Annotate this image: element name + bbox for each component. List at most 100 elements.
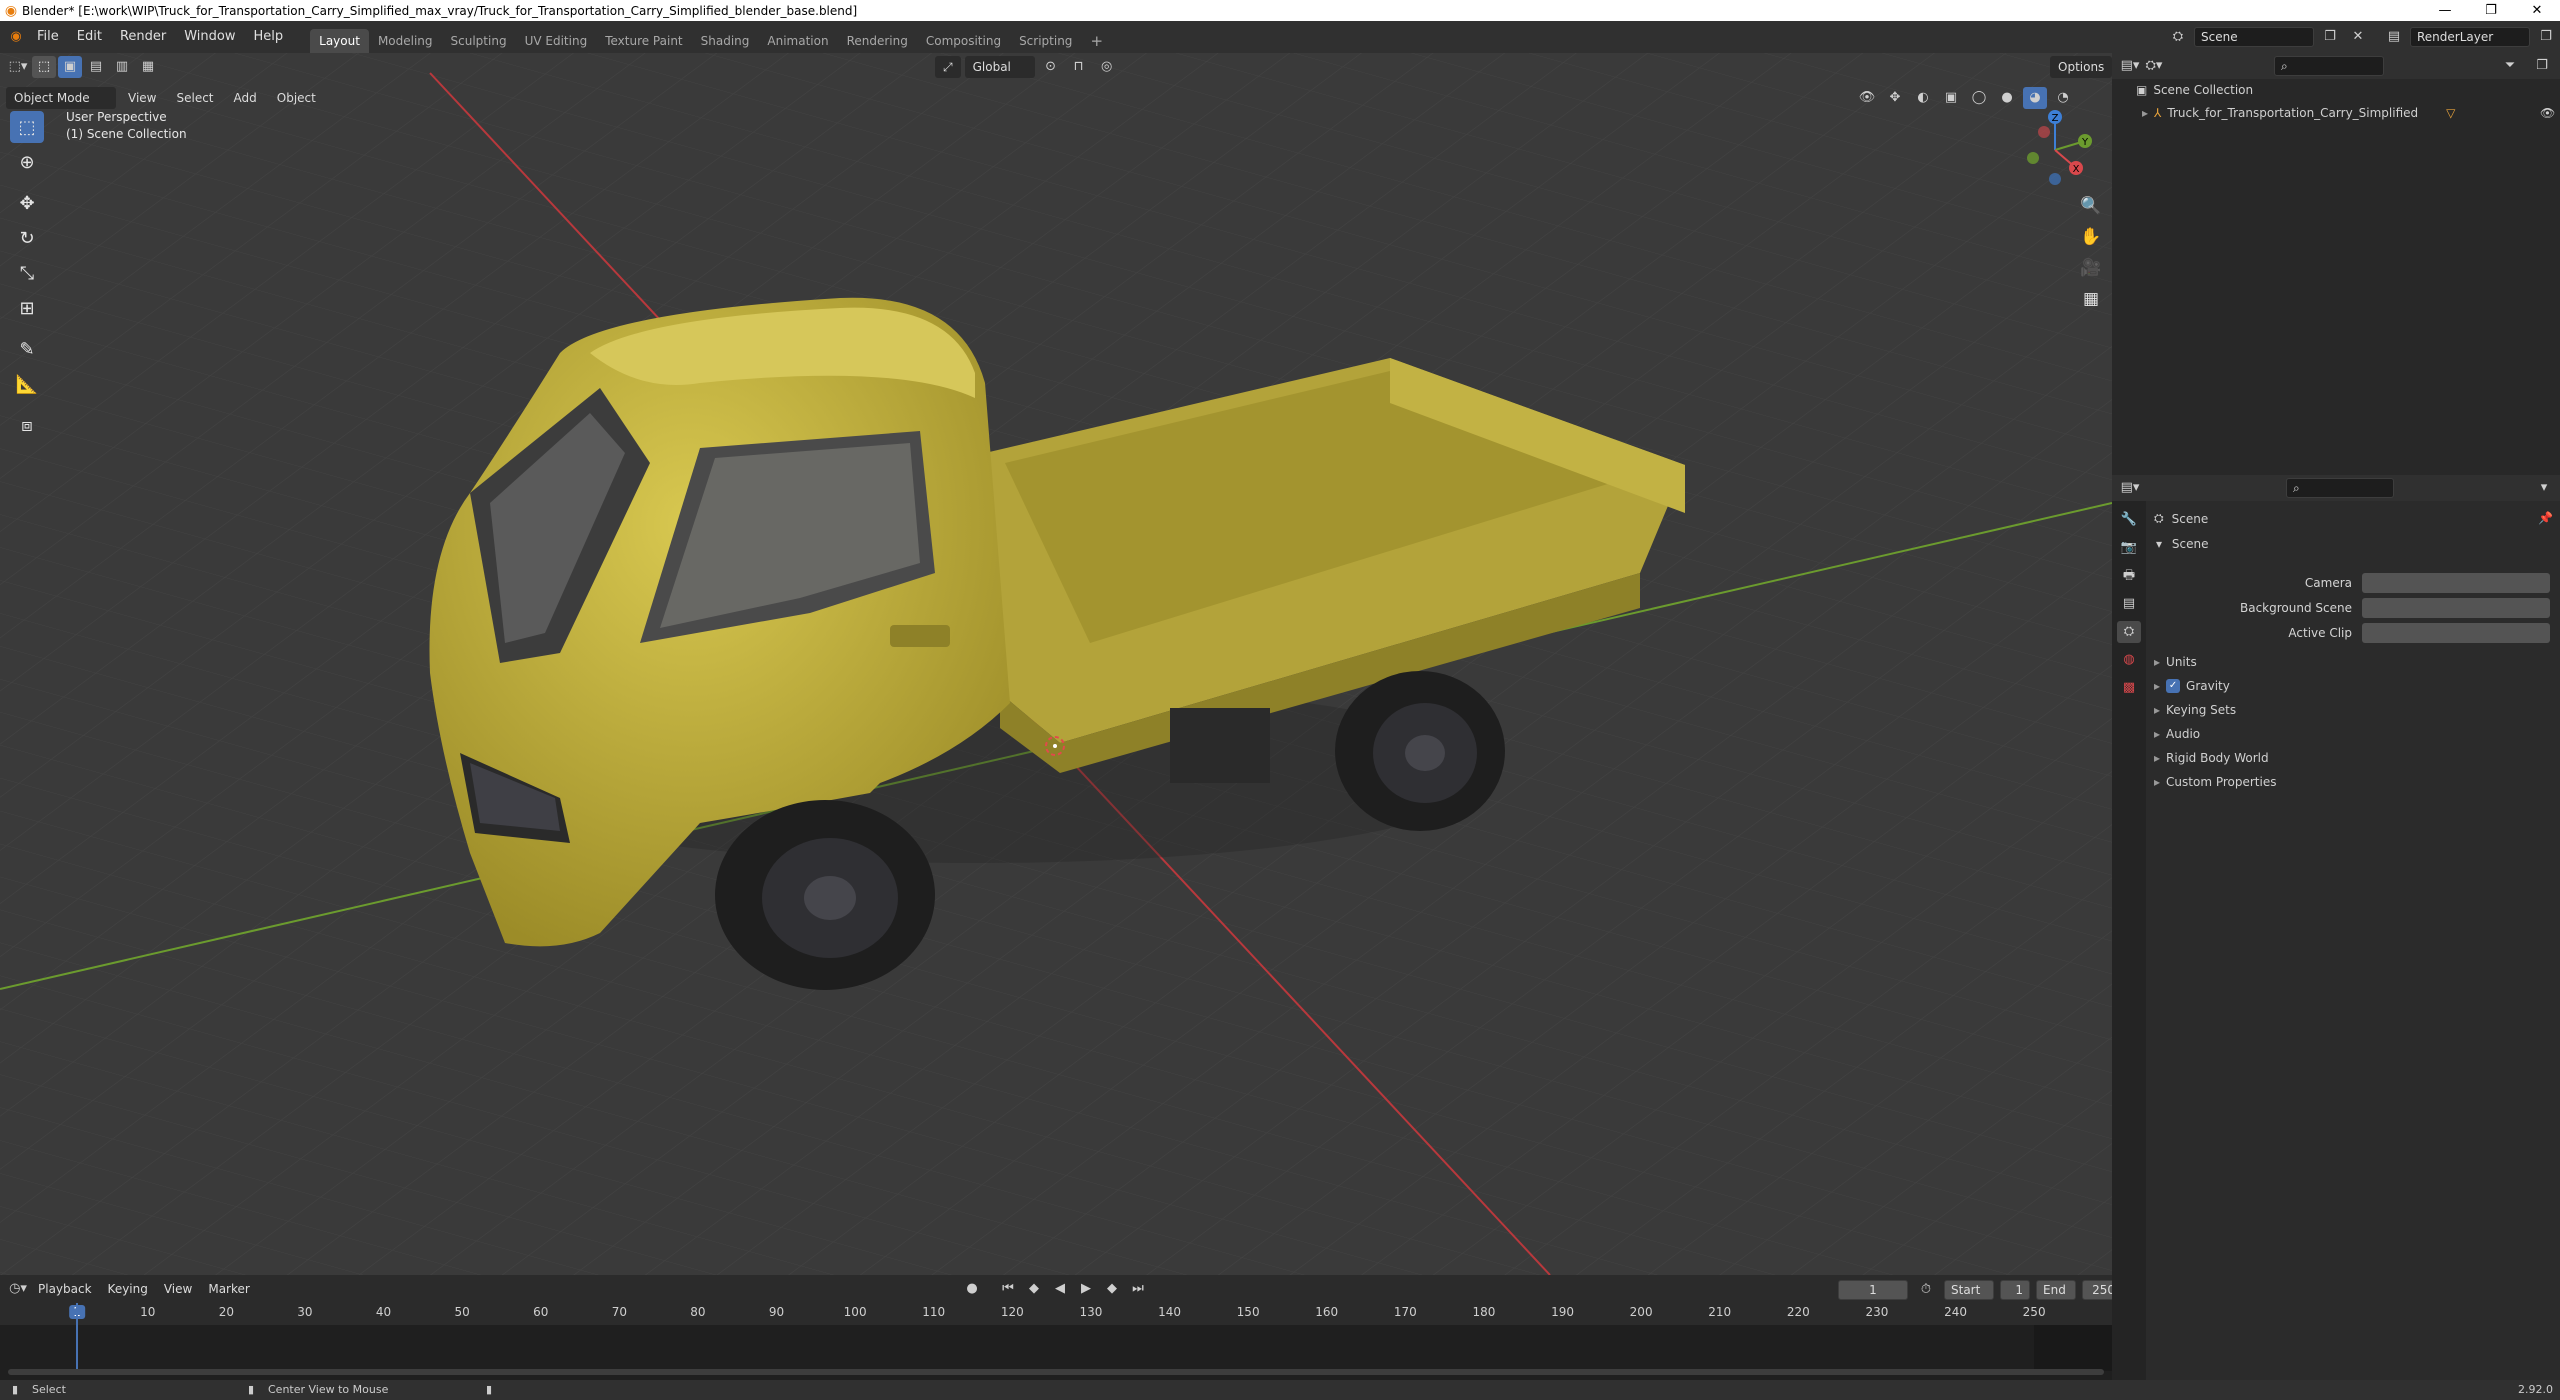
view-layer-tab-icon[interactable]: ▤ <box>2117 593 2141 615</box>
shading-wireframe-icon[interactable]: ◯ <box>1967 87 1991 109</box>
tab-compositing[interactable]: Compositing <box>917 29 1010 53</box>
navigation-gizmo[interactable]: Z Y X <box>2010 105 2100 195</box>
display-mode-icon[interactable]: ⛭▾ <box>2142 55 2166 77</box>
menu-object[interactable]: Object <box>269 87 324 109</box>
outliner-search-input[interactable]: ⌕ <box>2274 56 2384 76</box>
field-input[interactable] <box>2362 623 2550 643</box>
close-button[interactable]: ✕ <box>2514 0 2560 21</box>
pivot-point-icon[interactable]: ⊙ <box>1039 56 1063 78</box>
pan-hand-icon[interactable]: ✋ <box>2076 222 2106 252</box>
subpanel-1[interactable]: ▸ Units <box>2154 651 2552 673</box>
new-collection-icon[interactable]: ❐ <box>2530 55 2554 77</box>
jump-keyframe-back-icon[interactable]: ◆ <box>1022 1278 1046 1300</box>
jump-start-icon[interactable]: ⏮ <box>996 1278 1020 1300</box>
menu-help[interactable]: Help <box>245 26 293 48</box>
menu-select[interactable]: Select <box>168 87 221 109</box>
start-frame-field[interactable]: 1 <box>2000 1280 2030 1300</box>
menu-add[interactable]: Add <box>226 87 265 109</box>
jump-keyframe-forward-icon[interactable]: ◆ <box>1100 1278 1124 1300</box>
editor-type-icon[interactable]: ⬚▾ <box>6 56 30 78</box>
add-cube-tool-icon[interactable]: ⧈ <box>10 409 44 441</box>
menu-edit[interactable]: Edit <box>68 26 111 48</box>
annotate-tool-icon[interactable]: ✎ <box>10 333 44 365</box>
gizmo-toggle-icon[interactable]: ✥ <box>1883 87 1907 109</box>
outliner-row-scene-collection[interactable]: ▣ Scene Collection <box>2136 83 2253 97</box>
subpanel-6[interactable]: ▸ Custom Properties <box>2154 771 2552 793</box>
tab-layout[interactable]: Layout <box>310 29 369 53</box>
visibility-icon[interactable]: 👁 <box>1855 87 1879 109</box>
delete-scene-icon[interactable]: ✕ <box>2346 26 2370 48</box>
timeline-ruler[interactable]: 1102030405060708090100110120130140150160… <box>0 1303 2112 1325</box>
tab-modeling[interactable]: Modeling <box>369 29 442 53</box>
select-subtract-icon[interactable]: ▥ <box>110 56 134 78</box>
new-scene-icon[interactable]: ❐ <box>2318 26 2342 48</box>
play-icon[interactable]: ▶ <box>1074 1278 1098 1300</box>
snap-icon[interactable]: ⊓ <box>1067 56 1091 78</box>
playhead[interactable] <box>76 1303 78 1371</box>
scene-selector[interactable]: Scene <box>2194 27 2314 47</box>
subpanel-4[interactable]: ▸ Audio <box>2154 723 2552 745</box>
xray-toggle-icon[interactable]: ▣ <box>1939 87 1963 109</box>
minimize-button[interactable]: — <box>2422 0 2468 21</box>
tab-shading[interactable]: Shading <box>692 29 759 53</box>
auto-keying-icon[interactable]: ● <box>960 1278 984 1300</box>
render-tab-icon[interactable]: 📷 <box>2117 537 2141 559</box>
rotate-tool-icon[interactable]: ↻ <box>10 222 44 254</box>
select-invert-icon[interactable]: ▦ <box>136 56 160 78</box>
measure-tool-icon[interactable]: 📐 <box>10 368 44 400</box>
play-reverse-icon[interactable]: ◀ <box>1048 1278 1072 1300</box>
filter-icon[interactable]: ⏷ <box>2498 55 2522 77</box>
scene-panel-header[interactable]: ▾ Scene <box>2150 533 2554 555</box>
object-mode-dropdown[interactable]: Object Mode <box>6 87 116 109</box>
gravity-checkbox[interactable]: ✓ <box>2166 679 2181 693</box>
stopwatch-icon[interactable]: ⏱ <box>1914 1279 1938 1301</box>
menu-view[interactable]: View <box>120 87 164 109</box>
scene-tab-icon[interactable]: ⛭ <box>2117 621 2141 643</box>
scale-tool-icon[interactable]: ⤡ <box>10 257 44 289</box>
menu-keying[interactable]: Keying <box>100 1278 156 1300</box>
perspective-grid-icon[interactable]: ▦ <box>2076 284 2106 314</box>
menu-marker[interactable]: Marker <box>200 1278 257 1300</box>
subpanel-5[interactable]: ▸ Rigid Body World <box>2154 747 2552 769</box>
world-tab-icon[interactable]: ◍ <box>2117 649 2141 671</box>
expand-arrow-icon[interactable]: ▸ <box>2142 106 2148 120</box>
current-frame-field[interactable]: 1 <box>1838 1280 1908 1300</box>
texture-tab-icon[interactable]: ▩ <box>2117 677 2141 699</box>
pin-icon[interactable]: 📌 <box>2538 511 2553 525</box>
add-workspace-button[interactable]: + <box>1081 29 1112 53</box>
camera-view-icon[interactable]: 🎥 <box>2076 253 2106 283</box>
outliner-row-truck[interactable]: ▸ ⅄ Truck_for_Transportation_Carry_Simpl… <box>2120 103 2555 123</box>
subpanel-3[interactable]: ▸ Keying Sets <box>2154 699 2552 721</box>
visibility-eye-icon[interactable]: 👁 <box>2540 106 2555 120</box>
tab-animation[interactable]: Animation <box>758 29 837 53</box>
view-layer-selector[interactable]: RenderLayer <box>2410 27 2530 47</box>
options-dropdown[interactable]: Options <box>2050 56 2112 78</box>
menu-playback[interactable]: Playback <box>30 1278 100 1300</box>
new-view-layer-icon[interactable]: ❐ <box>2534 26 2558 48</box>
overlay-toggle-icon[interactable]: ◐ <box>1911 87 1935 109</box>
field-input[interactable] <box>2362 598 2550 618</box>
cursor-tool-icon[interactable]: ⊕ <box>10 146 44 178</box>
properties-options-icon[interactable]: ▾ <box>2532 477 2556 499</box>
tool-tab-icon[interactable]: 🔧 <box>2117 509 2141 531</box>
menu-window[interactable]: Window <box>175 26 244 48</box>
timeline-editor[interactable]: ◷▾ Playback Keying View Marker ● ⏮ ◆ ◀ ▶… <box>0 1275 2122 1380</box>
select-mode-icon[interactable]: ⬚ <box>32 56 56 78</box>
3d-viewport[interactable]: ⬚▾ ⬚ ▣ ▤ ▥ ▦ ⤢ Global ⊙ ⊓ ◎ Options Obje… <box>0 53 2112 1275</box>
output-tab-icon[interactable]: 🖶 <box>2117 565 2141 587</box>
transform-orientation-dropdown[interactable]: Global <box>964 56 1035 78</box>
timeline-editor-type-icon[interactable]: ◷▾ <box>6 1278 30 1300</box>
properties-search-input[interactable]: ⌕ <box>2286 478 2394 498</box>
menu-render[interactable]: Render <box>111 26 175 48</box>
transform-tool-icon[interactable]: ⊞ <box>10 292 44 324</box>
properties-editor-type-icon[interactable]: ▤▾ <box>2118 477 2142 499</box>
tab-scripting[interactable]: Scripting <box>1010 29 1081 53</box>
subpanel-2[interactable]: ▸ ✓ Gravity <box>2154 675 2552 697</box>
select-box-tool-icon[interactable]: ⬚ <box>10 111 44 143</box>
zoom-icon[interactable]: 🔍 <box>2076 191 2106 221</box>
tab-sculpting[interactable]: Sculpting <box>442 29 516 53</box>
menu-timeline-view[interactable]: View <box>156 1278 200 1300</box>
maximize-button[interactable]: ❐ <box>2468 0 2514 21</box>
timeline-scrollbar[interactable] <box>8 1369 2104 1375</box>
move-tool-icon[interactable]: ✥ <box>10 187 44 219</box>
